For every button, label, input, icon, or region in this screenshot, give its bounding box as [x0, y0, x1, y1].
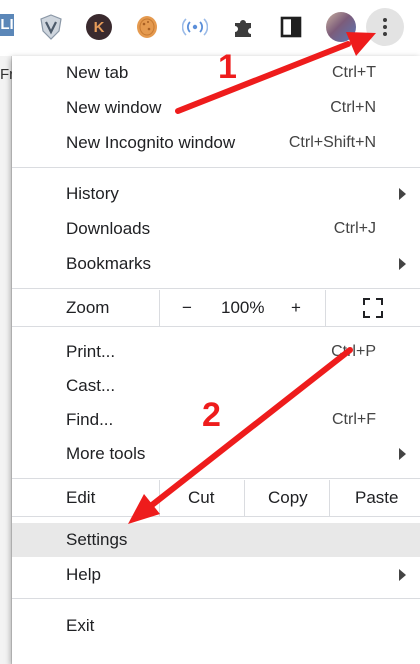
menu-item-label: Exit [66, 616, 95, 635]
k-badge: K [86, 14, 112, 40]
menu-item-shortcut: Ctrl+Shift+N [288, 134, 376, 151]
submenu-arrow-icon [399, 569, 406, 581]
zoom-row: Zoom − 100% + [12, 290, 420, 326]
cookie-extension-icon[interactable] [132, 12, 162, 42]
zoom-controls: − 100% + [159, 290, 325, 326]
menu-item-help[interactable]: Help [12, 558, 420, 592]
menu-divider [12, 516, 420, 517]
menu-item-label: More tools [66, 444, 146, 463]
step-2-label: 2 [202, 396, 221, 434]
menu-item-shortcut: Ctrl+T [332, 64, 376, 81]
menu-item-shortcut: Ctrl+J [333, 220, 376, 237]
menu-item-new-window[interactable]: New window Ctrl+N [12, 91, 420, 125]
cut-button[interactable]: Cut [159, 480, 244, 516]
edit-row: Edit Cut Copy Paste [12, 480, 420, 516]
profile-avatar[interactable] [326, 12, 356, 42]
menu-item-downloads[interactable]: Downloads Ctrl+J [12, 212, 420, 246]
menu-divider [12, 478, 420, 479]
menu-item-history[interactable]: History [12, 177, 420, 211]
menu-item-shortcut: Ctrl+F [332, 411, 376, 428]
page-background [0, 56, 12, 664]
menu-divider [12, 288, 420, 289]
puzzle-extensions-icon[interactable] [228, 12, 258, 42]
zoom-label: Zoom [66, 298, 110, 317]
menu-item-label: New window [66, 98, 162, 117]
menu-item-shortcut: Ctrl+N [330, 99, 376, 116]
menu-item-shortcut: Ctrl+P [331, 343, 376, 360]
menu-item-label: Help [66, 565, 101, 584]
side-panel-icon[interactable] [276, 12, 306, 42]
paste-button[interactable]: Paste [329, 480, 420, 516]
edit-label: Edit [66, 488, 96, 507]
copy-button[interactable]: Copy [244, 480, 329, 516]
browser-toolbar: LI K [0, 0, 420, 56]
menu-item-new-incognito-window[interactable]: New Incognito window Ctrl+Shift+N [12, 126, 420, 160]
menu-item-label: Find... [66, 410, 114, 429]
menu-item-bookmarks[interactable]: Bookmarks [12, 247, 420, 281]
menu-item-settings[interactable]: Settings [12, 523, 420, 557]
copy-label: Copy [268, 488, 308, 507]
paste-label: Paste [355, 488, 399, 507]
menu-item-label: Settings [66, 530, 128, 549]
submenu-arrow-icon [399, 448, 406, 460]
menu-item-print[interactable]: Print... Ctrl+P [12, 335, 420, 369]
fullscreen-icon[interactable] [363, 298, 383, 318]
broadcast-icon[interactable] [180, 12, 210, 42]
tab-edge-chip[interactable]: LI [0, 14, 14, 36]
submenu-arrow-icon [399, 188, 406, 200]
menu-item-new-tab[interactable]: New tab Ctrl+T [12, 56, 420, 90]
cut-label: Cut [188, 488, 215, 507]
menu-item-label: New tab [66, 63, 129, 82]
zoom-level: 100% [221, 298, 265, 317]
menu-item-label: Downloads [66, 219, 151, 238]
menu-item-label: Cast... [66, 376, 116, 395]
zoom-in-button[interactable]: + [291, 298, 301, 318]
menu-item-label: History [66, 184, 119, 203]
menu-item-label: Print... [66, 342, 116, 361]
submenu-arrow-icon [399, 258, 406, 270]
kebab-menu-icon[interactable] [366, 8, 404, 46]
menu-item-label: New Incognito window [66, 133, 236, 152]
menu-divider [12, 167, 420, 168]
menu-item-more-tools[interactable]: More tools [12, 437, 420, 471]
chrome-main-menu: New tab Ctrl+T New window Ctrl+N New Inc… [12, 56, 420, 664]
zoom-out-button[interactable]: − [182, 298, 192, 318]
step-1-label: 1 [218, 48, 237, 86]
menu-item-exit[interactable]: Exit [12, 609, 420, 643]
k-extension-icon[interactable]: K [84, 12, 114, 42]
menu-divider [12, 598, 420, 599]
menu-divider [12, 326, 420, 327]
menu-item-label: Bookmarks [66, 254, 152, 273]
shield-v-icon[interactable] [36, 12, 66, 42]
